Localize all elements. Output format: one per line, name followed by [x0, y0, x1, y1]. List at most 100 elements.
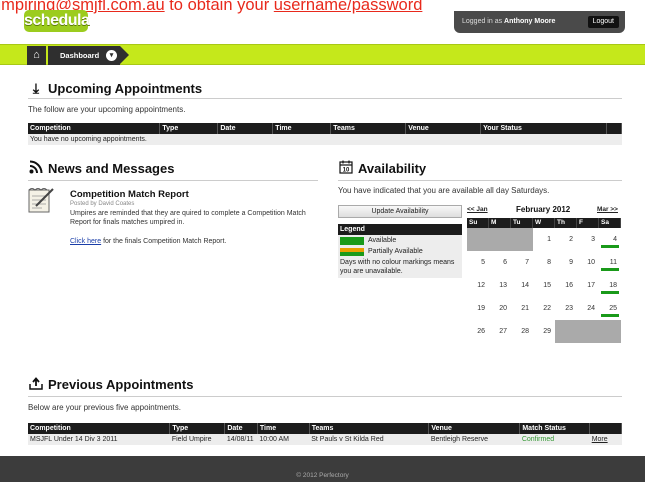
home-icon: ⌂ [33, 49, 40, 61]
calendar-day[interactable]: 25 [599, 297, 621, 320]
more-link[interactable]: More [592, 436, 608, 443]
dashboard-tab[interactable]: Dashboard ▾ [48, 46, 129, 65]
column-header[interactable]: Date [217, 123, 274, 134]
calendar-day[interactable]: 24 [577, 297, 599, 320]
day-header: Sa [599, 218, 621, 228]
calendar-day[interactable]: 11 [599, 251, 621, 274]
previous-heading: Previous Appointments [28, 376, 193, 393]
svg-text:10: 10 [343, 168, 350, 174]
day-header: F [577, 218, 599, 228]
previous-header-row: Competition Type Date Time Teams Venue M… [28, 423, 622, 434]
calendar-day[interactable]: 27 [489, 320, 511, 343]
column-header[interactable]: Type [169, 423, 226, 434]
user-name: Anthony Moore [504, 18, 556, 25]
calendar-day[interactable]: 7 [511, 251, 533, 274]
available-marker [601, 268, 619, 271]
calendar-day[interactable]: 8 [533, 251, 555, 274]
calendar-day-number: 11 [609, 259, 617, 266]
column-header[interactable]: Teams [330, 123, 407, 134]
table-row: You have no upcoming appointments. [28, 134, 622, 145]
chevron-down-icon[interactable]: ▾ [106, 50, 117, 61]
calendar-day[interactable]: 22 [533, 297, 555, 320]
calendar-day-number: 18 [609, 282, 617, 289]
notice-suffix: to obtain your [164, 0, 274, 14]
day-header: W [533, 218, 555, 228]
divider [28, 180, 318, 181]
column-header[interactable]: Time [272, 123, 332, 134]
news-heading: News and Messages [28, 160, 174, 177]
prev-month-link[interactable]: << Jan [467, 206, 488, 213]
calendar-day[interactable]: 29 [533, 320, 555, 343]
calendar-day[interactable]: 1 [533, 228, 555, 251]
notice-credentials-link[interactable]: username/password [274, 0, 423, 14]
calendar-day[interactable]: 14 [511, 274, 533, 297]
calendar-day[interactable]: 18 [599, 274, 621, 297]
calendar-day[interactable]: 10 [577, 251, 599, 274]
column-header[interactable]: Competition [28, 423, 171, 434]
column-header[interactable]: Venue [405, 123, 482, 134]
divider [28, 98, 622, 99]
home-button[interactable]: ⌂ [27, 46, 46, 65]
calendar-day-number: 3 [591, 236, 595, 243]
column-header[interactable]: Competition [28, 123, 161, 134]
calendar-day[interactable]: 28 [511, 320, 533, 343]
column-header[interactable]: Time [257, 423, 310, 434]
calendar-day-number: 26 [477, 328, 485, 335]
empty-message: You have no upcoming appointments. [28, 134, 622, 145]
upload-tray-icon [28, 376, 44, 393]
calendar-week: 1 2 3 4 [467, 228, 621, 251]
logout-button[interactable]: Logout [587, 16, 619, 28]
upcoming-description: The follow are your upcoming appointment… [28, 105, 186, 114]
calendar-day-number: 27 [499, 328, 507, 335]
calendar-day-number: 24 [587, 305, 595, 312]
calendar-day[interactable]: 19 [467, 297, 489, 320]
next-month-link[interactable]: Mar >> [597, 206, 618, 213]
news-item-title[interactable]: Competition Match Report [70, 189, 189, 200]
calendar-day-number: 22 [543, 305, 551, 312]
availability-heading: 10 Availability [338, 160, 426, 177]
previous-title: Previous Appointments [48, 377, 194, 392]
calendar-day[interactable]: 23 [555, 297, 577, 320]
calendar-month: February 2012 [516, 205, 571, 214]
calendar-header: Su M Tu W Th F Sa [467, 218, 621, 228]
click-here-link[interactable]: Click here [70, 238, 101, 245]
calendar-day-number: 8 [547, 259, 551, 266]
calendar-day[interactable]: 2 [555, 228, 577, 251]
column-header[interactable]: Your Status [480, 123, 607, 134]
cell-competition: MSJFL Under 14 Div 3 2011 [28, 434, 170, 445]
calendar-week: 5 6 7 8 9 10 11 [467, 251, 621, 274]
news-link-line: Click here for the finals Competition Ma… [70, 238, 226, 245]
upcoming-title: Upcoming Appointments [48, 81, 203, 96]
update-availability-button[interactable]: Update Availability [338, 205, 462, 218]
calendar-day[interactable]: 12 [467, 274, 489, 297]
calendar-day [555, 320, 577, 343]
availability-description: You have indicated that you are availabl… [338, 186, 550, 195]
column-header[interactable]: Match Status [519, 423, 591, 434]
column-header[interactable]: Venue [428, 423, 521, 434]
divider [338, 180, 622, 181]
cell-type: Field Umpire [169, 434, 225, 445]
calendar-day[interactable]: 15 [533, 274, 555, 297]
calendar-day[interactable]: 6 [489, 251, 511, 274]
calendar-day[interactable]: 20 [489, 297, 511, 320]
app-logo[interactable]: schedula [24, 10, 90, 32]
calendar-day[interactable]: 3 [577, 228, 599, 251]
calendar-day[interactable]: 26 [467, 320, 489, 343]
legend-partial-label: Partially Available [368, 248, 423, 255]
column-header[interactable]: Teams [309, 423, 430, 434]
calendar-day-number: 16 [565, 282, 573, 289]
calendar-day[interactable]: 17 [577, 274, 599, 297]
calendar-day-number: 21 [521, 305, 529, 312]
day-header: Tu [511, 218, 533, 228]
cell-date: 14/08/11 [224, 434, 258, 445]
calendar-day[interactable]: 4 [599, 228, 621, 251]
calendar-day-number: 13 [499, 282, 507, 289]
calendar-day[interactable]: 5 [467, 251, 489, 274]
calendar-day[interactable]: 21 [511, 297, 533, 320]
column-header[interactable]: Type [159, 123, 219, 134]
table-row[interactable]: MSJFL Under 14 Div 3 2011 Field Umpire 1… [28, 434, 622, 445]
column-header[interactable]: Date [224, 423, 258, 434]
calendar-day[interactable]: 16 [555, 274, 577, 297]
calendar-day[interactable]: 9 [555, 251, 577, 274]
calendar-day[interactable]: 13 [489, 274, 511, 297]
